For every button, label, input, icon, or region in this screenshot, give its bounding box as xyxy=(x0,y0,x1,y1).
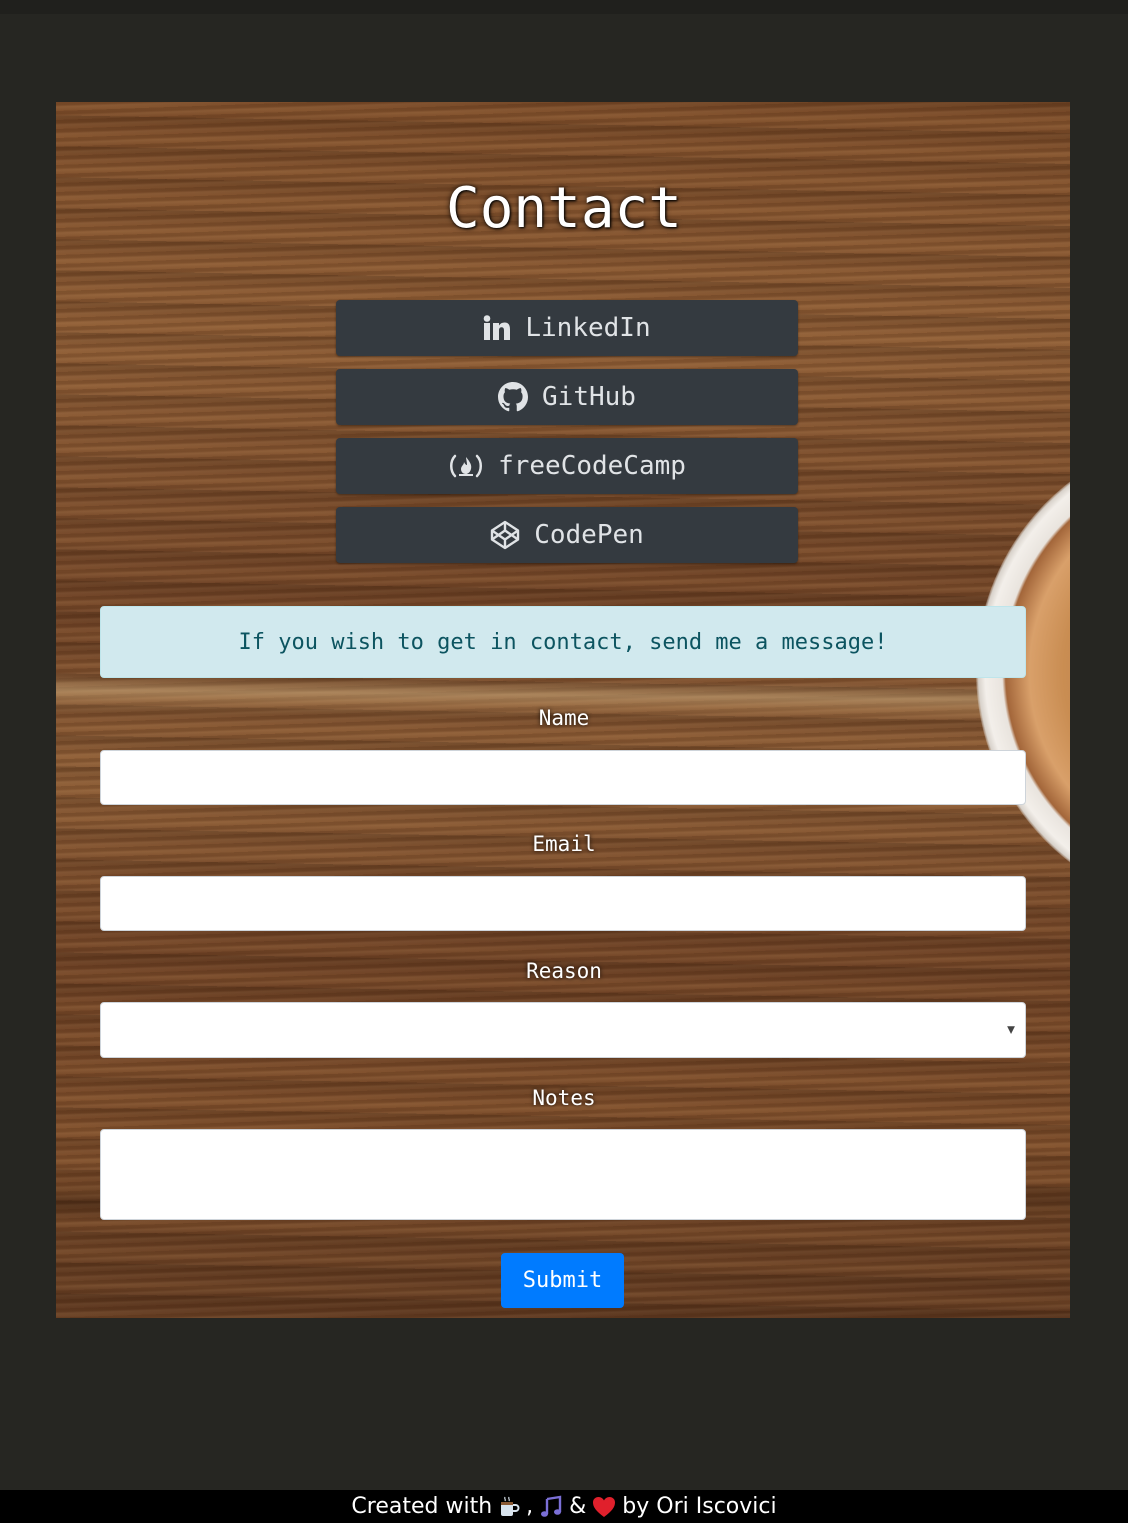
github-icon xyxy=(498,382,529,412)
name-label: Name xyxy=(538,706,590,730)
page-title: Contact xyxy=(445,176,682,241)
heart-icon xyxy=(592,1496,616,1518)
github-label: GitHub xyxy=(542,382,636,412)
chevron-down-icon: ▼ xyxy=(1007,1022,1015,1038)
name-input[interactable] xyxy=(100,750,1026,805)
alert-message: If you wish to get in contact, send me a… xyxy=(238,629,888,655)
top-strip xyxy=(0,0,1128,14)
submit-button[interactable]: Submit xyxy=(501,1253,624,1308)
info-alert: If you wish to get in contact, send me a… xyxy=(100,606,1026,678)
freecodecamp-button[interactable]: freeCodeCamp xyxy=(336,438,798,494)
email-input[interactable] xyxy=(100,876,1026,931)
footer-comma: , xyxy=(526,1494,534,1519)
reason-label: Reason xyxy=(526,959,602,983)
footer-suffix: by Ori Iscovici xyxy=(622,1494,777,1519)
reason-select[interactable]: ▼ xyxy=(100,1002,1026,1058)
codepen-icon xyxy=(490,520,520,550)
email-label: Email xyxy=(532,832,596,856)
footer: Created with , & by Ori Iscovici xyxy=(0,1490,1128,1523)
notes-textarea[interactable] xyxy=(100,1129,1026,1220)
freecodecamp-icon xyxy=(448,453,484,479)
linkedin-button[interactable]: LinkedIn xyxy=(336,300,798,356)
codepen-label: CodePen xyxy=(534,520,644,550)
coffee-icon xyxy=(498,1496,520,1518)
footer-amp: & xyxy=(569,1494,587,1519)
linkedin-icon xyxy=(483,315,511,341)
notes-label: Notes xyxy=(532,1086,596,1110)
github-button[interactable]: GitHub xyxy=(336,369,798,425)
footer-prefix: Created with xyxy=(351,1494,493,1519)
music-note-icon xyxy=(539,1495,563,1519)
linkedin-label: LinkedIn xyxy=(525,313,651,343)
freecodecamp-label: freeCodeCamp xyxy=(498,451,686,481)
codepen-button[interactable]: CodePen xyxy=(336,507,798,563)
